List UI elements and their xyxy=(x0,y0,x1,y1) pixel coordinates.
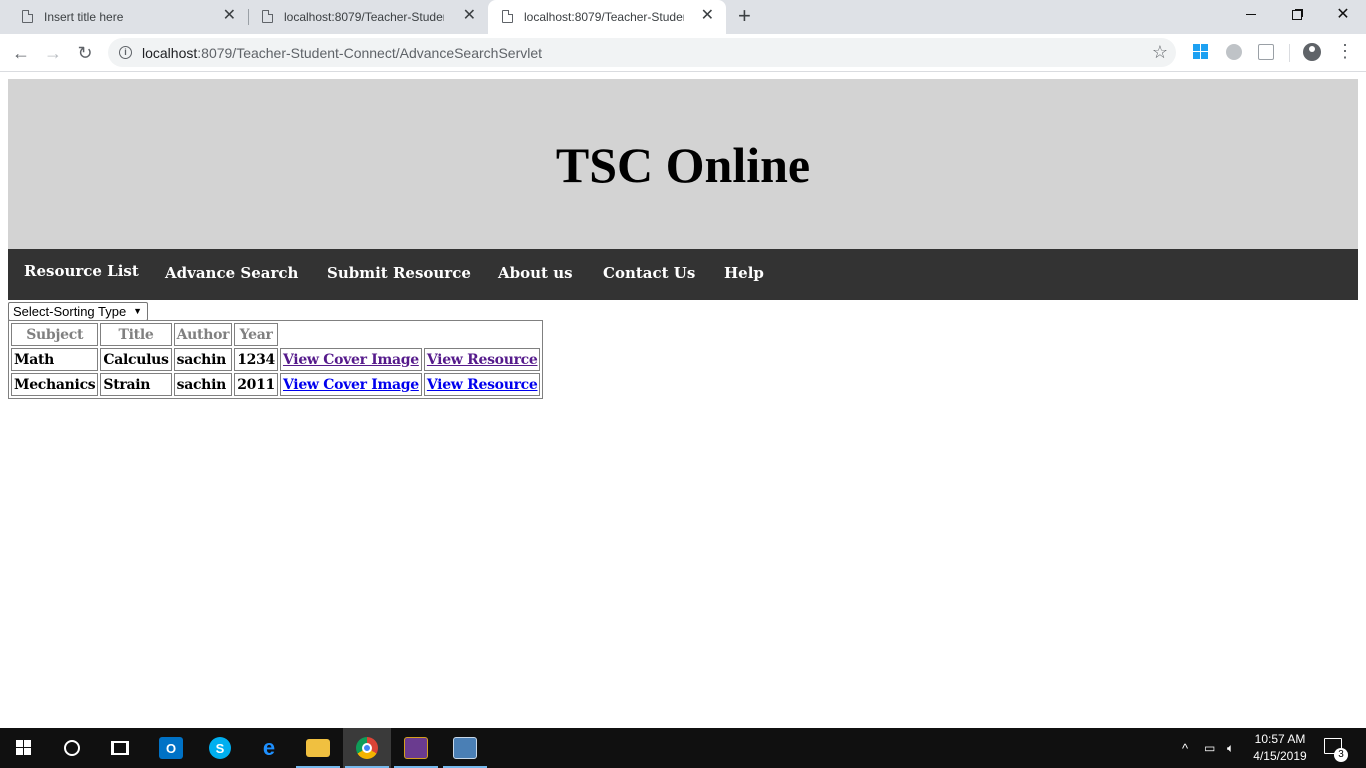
system-clock[interactable]: 10:57 AM 4/15/2019 xyxy=(1248,731,1312,765)
skype-taskbar-button[interactable]: S xyxy=(196,728,244,768)
skype-icon: S xyxy=(209,737,231,759)
browser-toolbar: ← → ↻ i localhost:8079/Teacher-Student-C… xyxy=(0,34,1366,72)
clock-date: 4/15/2019 xyxy=(1253,749,1307,763)
remote-desktop-taskbar-button[interactable] xyxy=(441,728,489,768)
close-tab-icon[interactable]: ✕ xyxy=(223,8,236,24)
resource-table: Subject Title Author Year Math Calculus … xyxy=(8,320,544,399)
page-content: TSC Online Resource List Advance Search … xyxy=(0,73,1366,728)
start-button[interactable] xyxy=(0,728,48,768)
maximize-button[interactable] xyxy=(1274,0,1320,30)
reload-icon[interactable]: ↻ xyxy=(73,42,97,64)
network-icon[interactable]: ▭ xyxy=(1204,728,1215,768)
site-title: TSC Online xyxy=(555,137,811,193)
nav-about-us[interactable]: About us xyxy=(498,264,573,282)
back-arrow-icon[interactable]: ← xyxy=(9,42,33,64)
nav-help[interactable]: Help xyxy=(724,264,764,282)
minimize-button[interactable] xyxy=(1228,0,1274,30)
column-header-author: Author xyxy=(173,323,233,346)
column-header-blank xyxy=(280,323,541,346)
cell-author: sachin xyxy=(173,348,233,371)
notification-count-badge: 3 xyxy=(1334,748,1348,762)
chrome-icon xyxy=(356,737,378,759)
tab-localhost-1[interactable]: localhost:8079/Teacher-Student-C ✕ xyxy=(248,0,488,34)
nav-resource-list[interactable]: Resource List xyxy=(24,262,139,280)
page-icon xyxy=(262,10,273,23)
browser-menu-icon[interactable]: ⋮ xyxy=(1336,42,1354,60)
nav-contact-us[interactable]: Contact Us xyxy=(603,264,695,282)
game-app-icon xyxy=(404,737,428,759)
page-icon xyxy=(22,10,33,23)
tab-insert-title[interactable]: Insert title here ✕ xyxy=(8,0,248,34)
close-tab-icon[interactable]: ✕ xyxy=(701,8,714,24)
tab-localhost-active[interactable]: localhost:8079/Teacher-Student-C ✕ xyxy=(488,0,726,34)
table-row: Mechanics Strain sachin 2011 View Cover … xyxy=(11,373,541,396)
cell-year: 2011 xyxy=(234,373,278,396)
url-text[interactable]: localhost:8079/Teacher-Student-Connect/A… xyxy=(142,45,542,61)
tab-strip: Insert title here ✕ localhost:8079/Teach… xyxy=(0,0,1366,34)
file-explorer-taskbar-button[interactable] xyxy=(294,728,342,768)
toolbar-divider xyxy=(1289,44,1290,62)
address-bar[interactable]: i localhost:8079/Teacher-Student-Connect… xyxy=(108,38,1176,67)
windows-extension-icon[interactable] xyxy=(1193,44,1209,60)
page-icon xyxy=(502,10,513,23)
view-resource-link[interactable]: View Resource xyxy=(427,352,538,368)
cell-cover: View Cover Image xyxy=(279,348,422,371)
task-view-button[interactable] xyxy=(96,728,144,768)
tab-title: Insert title here xyxy=(44,10,124,24)
edge-taskbar-button[interactable]: e xyxy=(245,728,293,768)
extension-circle-icon[interactable] xyxy=(1226,44,1242,60)
cell-author: sachin xyxy=(173,373,233,396)
taskbar: O S e ^ ▭ 🔈︎ 10:57 AM 4/15/2019 3 xyxy=(0,728,1366,768)
cell-resource: View Resource xyxy=(423,348,541,371)
sorting-type-select[interactable]: Select-Sorting Type ▼ xyxy=(8,302,148,321)
nav-submit-resource[interactable]: Submit Resource xyxy=(327,264,471,282)
cortana-circle-icon xyxy=(64,740,80,756)
cell-subject: Mechanics xyxy=(11,373,99,396)
folder-icon xyxy=(306,739,330,757)
show-hidden-icons-chevron[interactable]: ^ xyxy=(1182,728,1188,768)
volume-icon[interactable]: 🔈︎ xyxy=(1227,728,1234,768)
cell-title: Calculus xyxy=(100,348,172,371)
game-taskbar-button[interactable] xyxy=(392,728,440,768)
column-header-title: Title xyxy=(100,323,172,346)
outlook-taskbar-button[interactable]: O xyxy=(147,728,195,768)
task-view-icon xyxy=(111,741,129,755)
tab-title: localhost:8079/Teacher-Student-C xyxy=(524,10,684,24)
tab-title: localhost:8079/Teacher-Student-C xyxy=(284,10,444,24)
cell-title: Strain xyxy=(100,373,172,396)
new-tab-button[interactable]: + xyxy=(738,4,751,28)
view-resource-link[interactable]: View Resource xyxy=(427,377,538,393)
cell-year: 1234 xyxy=(234,348,278,371)
remote-app-icon xyxy=(453,737,477,759)
url-path: :8079/Teacher-Student-Connect/AdvanceSea… xyxy=(197,45,543,61)
main-navbar: Resource List Advance Search Submit Reso… xyxy=(8,249,1358,300)
extension-document-icon[interactable] xyxy=(1258,44,1274,60)
bookmark-star-icon[interactable]: ☆ xyxy=(1152,42,1168,63)
outlook-icon: O xyxy=(159,737,183,759)
url-host: localhost xyxy=(142,45,198,61)
chrome-taskbar-button[interactable] xyxy=(343,728,391,768)
table-header-row: Subject Title Author Year xyxy=(11,323,540,346)
column-header-subject: Subject xyxy=(11,323,99,346)
close-window-button[interactable]: ✕ xyxy=(1320,0,1366,30)
info-icon[interactable]: i xyxy=(119,46,132,59)
table-row: Math Calculus sachin 1234 View Cover Ima… xyxy=(11,348,541,371)
close-tab-icon[interactable]: ✕ xyxy=(463,8,476,24)
forward-arrow-icon[interactable]: → xyxy=(41,42,65,64)
windows-logo-icon xyxy=(16,740,32,756)
view-cover-image-link[interactable]: View Cover Image xyxy=(283,377,419,393)
cell-resource: View Resource xyxy=(423,373,541,396)
cortana-button[interactable] xyxy=(48,728,96,768)
edge-icon: e xyxy=(262,735,276,760)
clock-time: 10:57 AM xyxy=(1254,732,1306,746)
cell-subject: Math xyxy=(11,348,99,371)
column-header-year: Year xyxy=(234,323,278,346)
view-cover-image-link[interactable]: View Cover Image xyxy=(283,352,419,368)
nav-advance-search[interactable]: Advance Search xyxy=(165,264,298,282)
profile-avatar-icon[interactable] xyxy=(1303,43,1321,61)
dropdown-arrow-icon: ▼ xyxy=(133,306,142,316)
sorting-type-value: Select-Sorting Type xyxy=(13,304,127,319)
site-banner: TSC Online xyxy=(8,79,1358,249)
cell-cover: View Cover Image xyxy=(279,373,422,396)
